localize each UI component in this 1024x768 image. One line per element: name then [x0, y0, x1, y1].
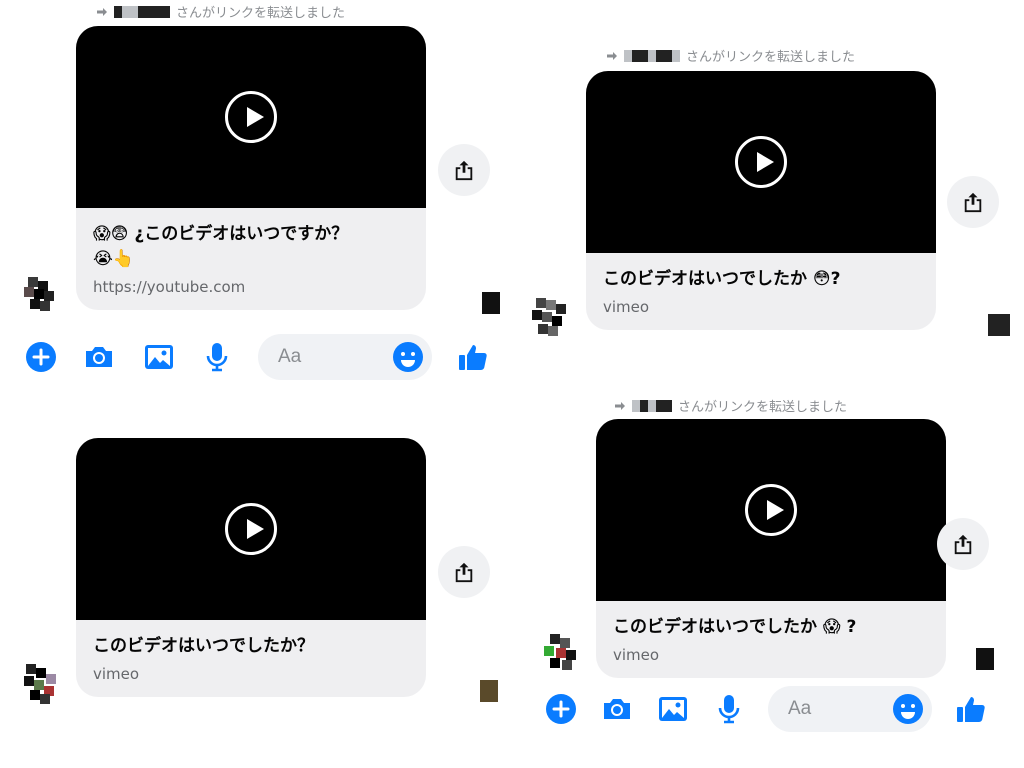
- link-source: vimeo: [603, 298, 650, 316]
- video-thumbnail[interactable]: [76, 26, 426, 208]
- read-receipt-avatar: [480, 680, 498, 702]
- link-preview-card[interactable]: このビデオはいつでしたか 😳? vimeo: [586, 71, 936, 330]
- forward-arrow-icon: [607, 51, 617, 60]
- message-input[interactable]: Aa: [768, 686, 932, 732]
- forward-notice-text: さんがリンクを転送しました: [678, 400, 848, 415]
- redacted-name: [624, 49, 680, 62]
- share-icon: [455, 160, 473, 181]
- avatar[interactable]: [542, 632, 582, 672]
- emoji-icon[interactable]: [392, 341, 424, 373]
- forward-notice: さんがリンクを転送しました: [614, 396, 847, 415]
- share-icon: [954, 534, 972, 555]
- plus-icon: [546, 694, 576, 724]
- play-icon[interactable]: [745, 484, 797, 536]
- forward-notice: さんがリンクを転送しました: [606, 46, 855, 65]
- read-receipt-avatar: [482, 292, 500, 314]
- microphone-button[interactable]: [198, 338, 236, 376]
- camera-icon: [604, 699, 630, 719]
- share-button[interactable]: [937, 518, 989, 570]
- share-button[interactable]: [947, 176, 999, 228]
- microphone-icon: [718, 695, 740, 724]
- link-preview-card[interactable]: 😱😨 ¿このビデオはいつですか？ 😭👆 https://youtube.com: [76, 26, 426, 310]
- link-source: https://youtube.com: [93, 278, 246, 296]
- link-title: このビデオはいつでしたか 😳?: [603, 269, 841, 289]
- video-thumbnail[interactable]: [596, 419, 946, 601]
- plus-button[interactable]: [22, 338, 60, 376]
- thumbs-up-icon: [459, 345, 487, 370]
- link-title: 😱😨 ¿このビデオはいつですか？ 😭👆: [93, 224, 349, 269]
- composer-toolbar: Aa: [542, 682, 1024, 736]
- play-icon[interactable]: [225, 503, 277, 555]
- video-thumbnail[interactable]: [76, 438, 426, 620]
- redacted-name: [632, 399, 672, 412]
- microphone-button[interactable]: [710, 690, 748, 728]
- like-button[interactable]: [952, 690, 990, 728]
- link-title: このビデオはいつでしたか 😱 ?: [613, 617, 857, 637]
- composer-toolbar: Aa: [22, 330, 502, 384]
- message-input-placeholder: Aa: [278, 346, 302, 367]
- read-receipt-avatar: [976, 648, 994, 670]
- microphone-icon: [206, 343, 228, 372]
- link-source: vimeo: [93, 665, 140, 683]
- camera-icon: [86, 347, 112, 367]
- message-input[interactable]: Aa: [258, 334, 432, 380]
- forward-notice: さんがリンクを転送しました: [96, 2, 345, 21]
- share-icon: [964, 192, 982, 213]
- link-title: このビデオはいつでしたか？: [93, 636, 314, 656]
- read-receipt-avatar: [988, 314, 1010, 336]
- gallery-icon: [145, 345, 173, 369]
- link-preview-card[interactable]: このビデオはいつでしたか 😱 ? vimeo: [596, 419, 946, 678]
- avatar[interactable]: [530, 296, 570, 336]
- emoji-icon[interactable]: [892, 693, 924, 725]
- play-icon[interactable]: [735, 136, 787, 188]
- redacted-name: [114, 5, 170, 18]
- gallery-icon: [659, 697, 687, 721]
- forward-notice-text: さんがリンクを転送しました: [176, 6, 346, 21]
- like-button[interactable]: [454, 338, 492, 376]
- play-icon[interactable]: [225, 91, 277, 143]
- video-thumbnail[interactable]: [586, 71, 936, 253]
- link-preview-card[interactable]: このビデオはいつでしたか？ vimeo: [76, 438, 426, 697]
- camera-button[interactable]: [80, 338, 118, 376]
- avatar[interactable]: [20, 275, 60, 315]
- thumbs-up-icon: [957, 697, 985, 722]
- gallery-button[interactable]: [654, 690, 692, 728]
- plus-button[interactable]: [542, 690, 580, 728]
- camera-button[interactable]: [598, 690, 636, 728]
- gallery-button[interactable]: [140, 338, 178, 376]
- share-button[interactable]: [438, 546, 490, 598]
- avatar[interactable]: [20, 664, 60, 704]
- share-button[interactable]: [438, 144, 490, 196]
- forward-arrow-icon: [615, 401, 625, 410]
- share-icon: [455, 562, 473, 583]
- forward-arrow-icon: [97, 7, 107, 16]
- link-source: vimeo: [613, 646, 660, 664]
- message-input-placeholder: Aa: [788, 698, 812, 719]
- plus-icon: [26, 342, 56, 372]
- forward-notice-text: さんがリンクを転送しました: [686, 50, 856, 65]
